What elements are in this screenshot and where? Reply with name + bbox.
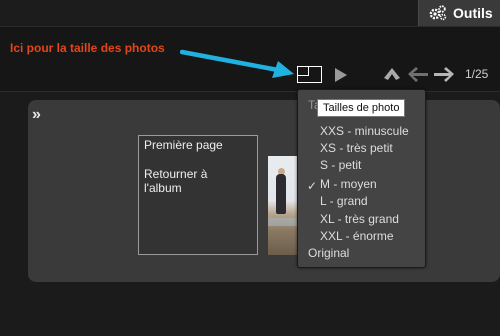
content-panel: [28, 100, 500, 282]
expand-icon[interactable]: »: [32, 106, 41, 124]
first-page-link[interactable]: Première page: [144, 138, 252, 152]
size-option-xl[interactable]: XL - très grand: [320, 211, 399, 228]
size-option-s[interactable]: S - petit: [320, 157, 361, 174]
size-option-xxl[interactable]: XXL - énorme: [320, 228, 394, 245]
check-icon: ✓: [307, 179, 318, 193]
size-option-m[interactable]: M - moyen: [320, 176, 377, 193]
annotation-text: Ici pour la taille des photos: [10, 41, 165, 55]
photo-counter: 1/25: [465, 67, 489, 81]
thumb-water: [268, 218, 298, 226]
back-to-album-link[interactable]: Retourner à l'album: [144, 167, 252, 195]
back-line-2: l'album: [144, 181, 182, 195]
play-icon[interactable]: [334, 67, 348, 83]
right-arrow-icon[interactable]: [433, 66, 455, 82]
size-option-l[interactable]: L - grand: [320, 193, 368, 210]
size-option-original[interactable]: Original: [308, 245, 349, 262]
tools-label: Outils: [453, 5, 493, 21]
tools-button[interactable]: Outils: [418, 0, 500, 26]
photo-thumbnail[interactable]: [268, 156, 298, 255]
thumb-figure: [276, 174, 286, 214]
gears-icon: [429, 5, 447, 21]
top-bar: Outils: [0, 0, 500, 26]
left-arrow-icon[interactable]: [407, 66, 429, 82]
up-arrow-icon[interactable]: [383, 67, 401, 81]
photo-size-icon[interactable]: [297, 66, 322, 83]
size-option-xxs[interactable]: XXS - minuscule: [320, 123, 409, 140]
back-line-1: Retourner à: [144, 167, 208, 181]
size-option-xs[interactable]: XS - très petit: [320, 140, 393, 157]
size-tooltip: Tailles de photo: [317, 99, 406, 117]
annotation-arrow-icon: [180, 49, 294, 78]
page-links-box: Première page Retourner à l'album: [138, 135, 258, 255]
